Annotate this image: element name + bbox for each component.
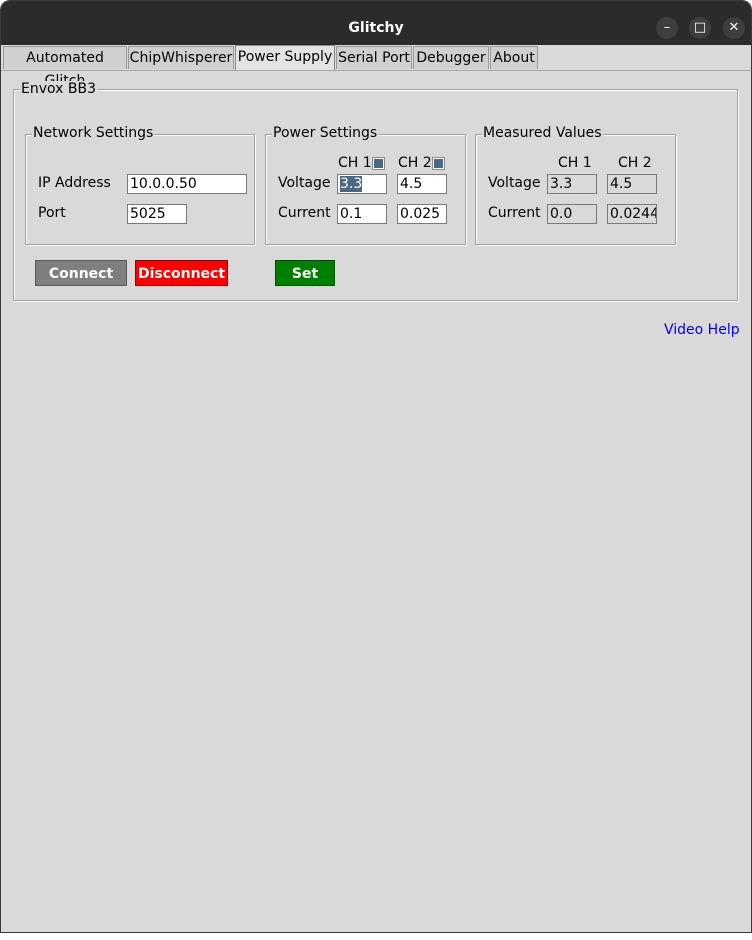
- close-icon[interactable]: ✕: [723, 17, 745, 39]
- window-title: Glitchy: [348, 20, 404, 36]
- tab-debugger[interactable]: Debugger: [413, 46, 489, 69]
- ip-address-label: IP Address: [38, 175, 111, 191]
- port-input[interactable]: 5025: [127, 204, 187, 224]
- ch1-current-input[interactable]: 0.1: [337, 204, 387, 224]
- measured-ch2-voltage: 4.5: [607, 174, 657, 194]
- measured-ch1-voltage: 3.3: [547, 174, 597, 194]
- disconnect-button[interactable]: Disconnect: [135, 260, 228, 286]
- ip-address-input[interactable]: 10.0.0.50: [127, 174, 247, 194]
- power-ch1-label: CH 1: [338, 155, 372, 171]
- title-bar: Glitchy – □ ✕: [1, 1, 751, 45]
- app-window: Glitchy – □ ✕ Automated Glitch ChipWhisp…: [0, 0, 752, 933]
- tab-chipwhisperer[interactable]: ChipWhisperer: [128, 46, 234, 69]
- tab-power-supply[interactable]: Power Supply: [235, 45, 335, 70]
- ch2-current-input[interactable]: 0.025: [397, 204, 447, 224]
- power-voltage-label: Voltage: [278, 175, 331, 191]
- ch1-enable-checkbox[interactable]: [372, 157, 385, 170]
- minimize-icon[interactable]: –: [656, 17, 678, 39]
- network-settings-title: Network Settings: [32, 125, 155, 141]
- video-help-link[interactable]: Video Help: [664, 322, 740, 338]
- measured-current-label: Current: [488, 205, 541, 221]
- ch1-voltage-selected-text: 3.3: [340, 176, 363, 192]
- measured-ch2-current: 0.0244(: [607, 204, 657, 224]
- power-settings-title: Power Settings: [272, 125, 379, 141]
- power-ch2-label: CH 2: [398, 155, 432, 171]
- set-button[interactable]: Set: [275, 260, 335, 286]
- tab-divider: [1, 70, 751, 71]
- port-label: Port: [38, 205, 66, 221]
- ch1-voltage-input[interactable]: 3.3: [337, 174, 387, 194]
- device-group-title: Envox BB3: [20, 81, 97, 97]
- tab-serial-port[interactable]: Serial Port: [336, 46, 412, 69]
- ch2-voltage-input[interactable]: 4.5: [397, 174, 447, 194]
- measured-voltage-label: Voltage: [488, 175, 541, 191]
- maximize-icon[interactable]: □: [689, 17, 711, 39]
- measured-ch1-current: 0.0: [547, 204, 597, 224]
- measured-ch2-label: CH 2: [618, 155, 652, 171]
- ch2-enable-checkbox[interactable]: [432, 157, 445, 170]
- measured-ch1-label: CH 1: [558, 155, 592, 171]
- measured-values-title: Measured Values: [482, 125, 603, 141]
- tab-about[interactable]: About: [490, 46, 538, 69]
- connect-button[interactable]: Connect: [35, 260, 127, 286]
- tab-automated-glitch[interactable]: Automated Glitch: [3, 46, 127, 89]
- power-current-label: Current: [278, 205, 331, 221]
